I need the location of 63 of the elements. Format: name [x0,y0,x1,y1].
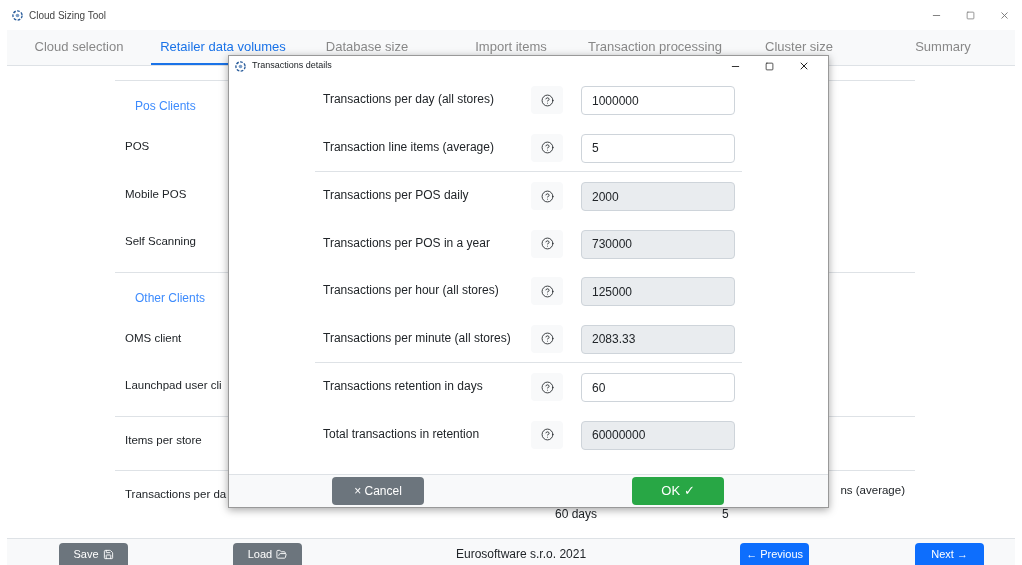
help-button[interactable] [531,324,563,353]
value-text: 60 days [555,505,598,523]
field-label: Transactions per hour (all stores) [322,282,500,299]
maximize-icon[interactable] [765,61,774,71]
help-button[interactable] [531,133,563,162]
app-logo-icon [12,9,23,21]
number-field[interactable]: 2000 [581,182,735,211]
section-heading: Pos Clients [135,98,196,115]
help-icon [540,428,554,441]
section-heading: Other Clients [135,289,206,307]
cancel-button[interactable]: × Cancel [332,477,424,505]
number-field[interactable]: 2083.33 [581,324,735,354]
help-button[interactable] [531,420,563,449]
tab[interactable]: Cluster size [727,30,871,65]
previous-button[interactable]: ← Previous [740,543,810,565]
tab[interactable]: Cloud selection [7,30,151,65]
field-label: Transactions per POS daily [322,187,470,204]
number-field[interactable]: 60000000 [581,420,735,450]
field-label: Self Scanning [125,234,196,250]
field-label: Mobile POS [125,186,187,202]
field-label: OMS client [125,330,182,346]
help-button[interactable] [531,373,563,401]
tab[interactable]: Import items [439,30,583,65]
help-button[interactable] [531,182,563,210]
field-label: Transactions per POS in a year [322,234,491,252]
field-label: Transactions retention in days [322,378,484,395]
help-icon [540,141,554,154]
window-title: Cloud Sizing Tool [29,8,107,23]
number-field[interactable]: 60 [581,373,735,402]
help-icon [540,380,554,394]
folder-icon [276,548,288,560]
field-label: Transaction line items (average) [322,138,495,156]
next-button[interactable]: Next → [915,543,985,565]
load-button[interactable]: Load [233,543,302,565]
ok-button[interactable]: OK ✓ [632,477,724,505]
close-icon[interactable] [798,60,810,72]
help-icon [540,189,554,203]
floppy-icon [102,548,114,560]
field-label: ns (average) [840,483,905,499]
field-label: POS [125,139,150,155]
field-label: Transactions per minute (all stores) [322,329,512,347]
help-button[interactable] [531,86,563,114]
value-text: 5 [722,505,729,523]
help-icon [540,284,554,298]
number-field[interactable]: 1000000 [581,86,735,115]
field-label: Items per store [125,432,202,448]
help-icon [540,332,554,345]
tab[interactable]: Transaction processing [583,30,727,65]
help-button[interactable] [531,229,563,258]
number-field[interactable]: 125000 [581,277,735,306]
field-label: Launchpad user cli [125,378,222,394]
field-label: Total transactions in retention [322,425,481,443]
tab[interactable]: Summary [871,30,1015,65]
field-label: Transactions per da [125,487,227,503]
help-icon [540,237,554,250]
help-icon [540,93,554,107]
help-button[interactable] [531,277,563,305]
save-button[interactable]: Save [59,543,128,565]
dialog-logo-icon [235,60,246,72]
field-label: Transactions per day (all stores) [322,91,495,108]
copyright-text: Eurosoftware s.r.o. 2021 [456,546,587,563]
number-field[interactable]: 5 [581,133,735,163]
number-field[interactable]: 730000 [581,229,735,259]
